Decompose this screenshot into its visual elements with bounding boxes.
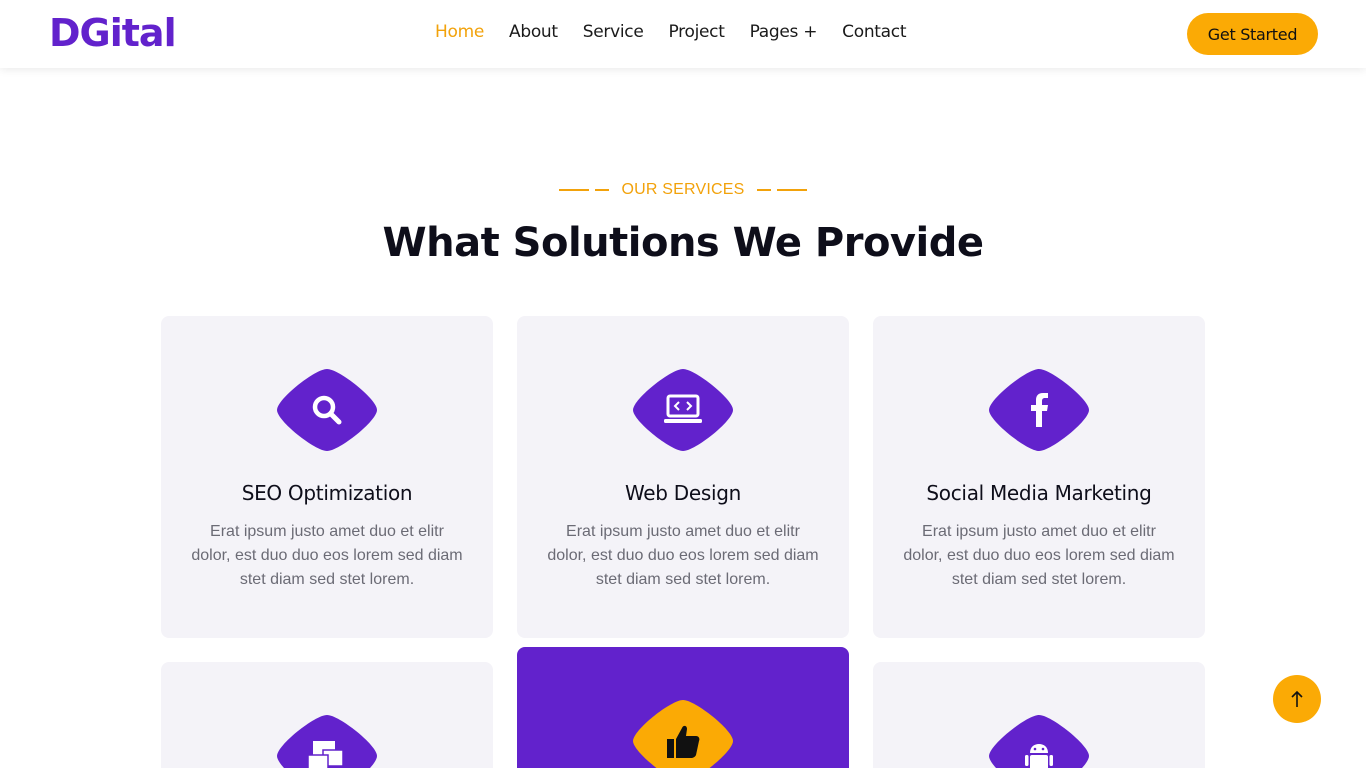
service-card-app-dev — [873, 662, 1205, 768]
search-icon — [277, 369, 377, 451]
navbar: DGital Home About Service Project Pages … — [0, 0, 1366, 68]
service-card-highlight — [517, 647, 849, 768]
service-card-web-design: Web Design Erat ipsum justo amet duo et … — [517, 316, 849, 638]
facebook-icon — [989, 369, 1089, 451]
service-card-email — [161, 662, 493, 768]
nav-contact[interactable]: Contact — [842, 22, 906, 42]
card-text: Erat ipsum justo amet duo et elitr dolor… — [191, 523, 463, 588]
mail-bulk-icon — [277, 715, 377, 768]
nav-service[interactable]: Service — [583, 22, 644, 42]
arrow-up-icon — [1291, 690, 1303, 707]
get-started-button[interactable]: Get Started — [1187, 13, 1318, 55]
nav-pages-dropdown[interactable]: Pages + — [750, 22, 818, 42]
eyebrow-line-left-short — [594, 188, 609, 191]
thumbs-up-icon — [633, 700, 733, 768]
laptop-code-icon — [633, 369, 733, 451]
section-title: What Solutions We Provide — [382, 220, 984, 266]
card-title: Web Design — [624, 481, 741, 505]
eyebrow-text: OUR SERVICES — [621, 181, 745, 198]
nav-home[interactable]: Home — [435, 22, 484, 42]
card-text: Erat ipsum justo amet duo et elitr dolor… — [547, 523, 819, 588]
card-title: Social Media Marketing — [926, 481, 1152, 505]
section-eyebrow: OUR SERVICES — [0, 181, 1366, 199]
service-card-seo: SEO Optimization Erat ipsum justo amet d… — [161, 316, 493, 638]
nav-project[interactable]: Project — [669, 22, 725, 42]
brand-logo[interactable]: DGital — [49, 11, 177, 55]
card-text: Erat ipsum justo amet duo et elitr dolor… — [903, 523, 1175, 588]
back-to-top-button[interactable] — [1273, 675, 1321, 723]
eyebrow-line-right-short — [757, 188, 772, 191]
android-icon — [989, 715, 1089, 768]
service-card-social-media: Social Media Marketing Erat ipsum justo … — [873, 316, 1205, 638]
main-nav: Home About Service Project Pages + Conta… — [435, 22, 931, 42]
eyebrow-line-right-long — [777, 188, 808, 191]
eyebrow-line-left-long — [558, 188, 589, 191]
nav-about[interactable]: About — [509, 22, 558, 42]
card-title: SEO Optimization — [241, 481, 413, 505]
